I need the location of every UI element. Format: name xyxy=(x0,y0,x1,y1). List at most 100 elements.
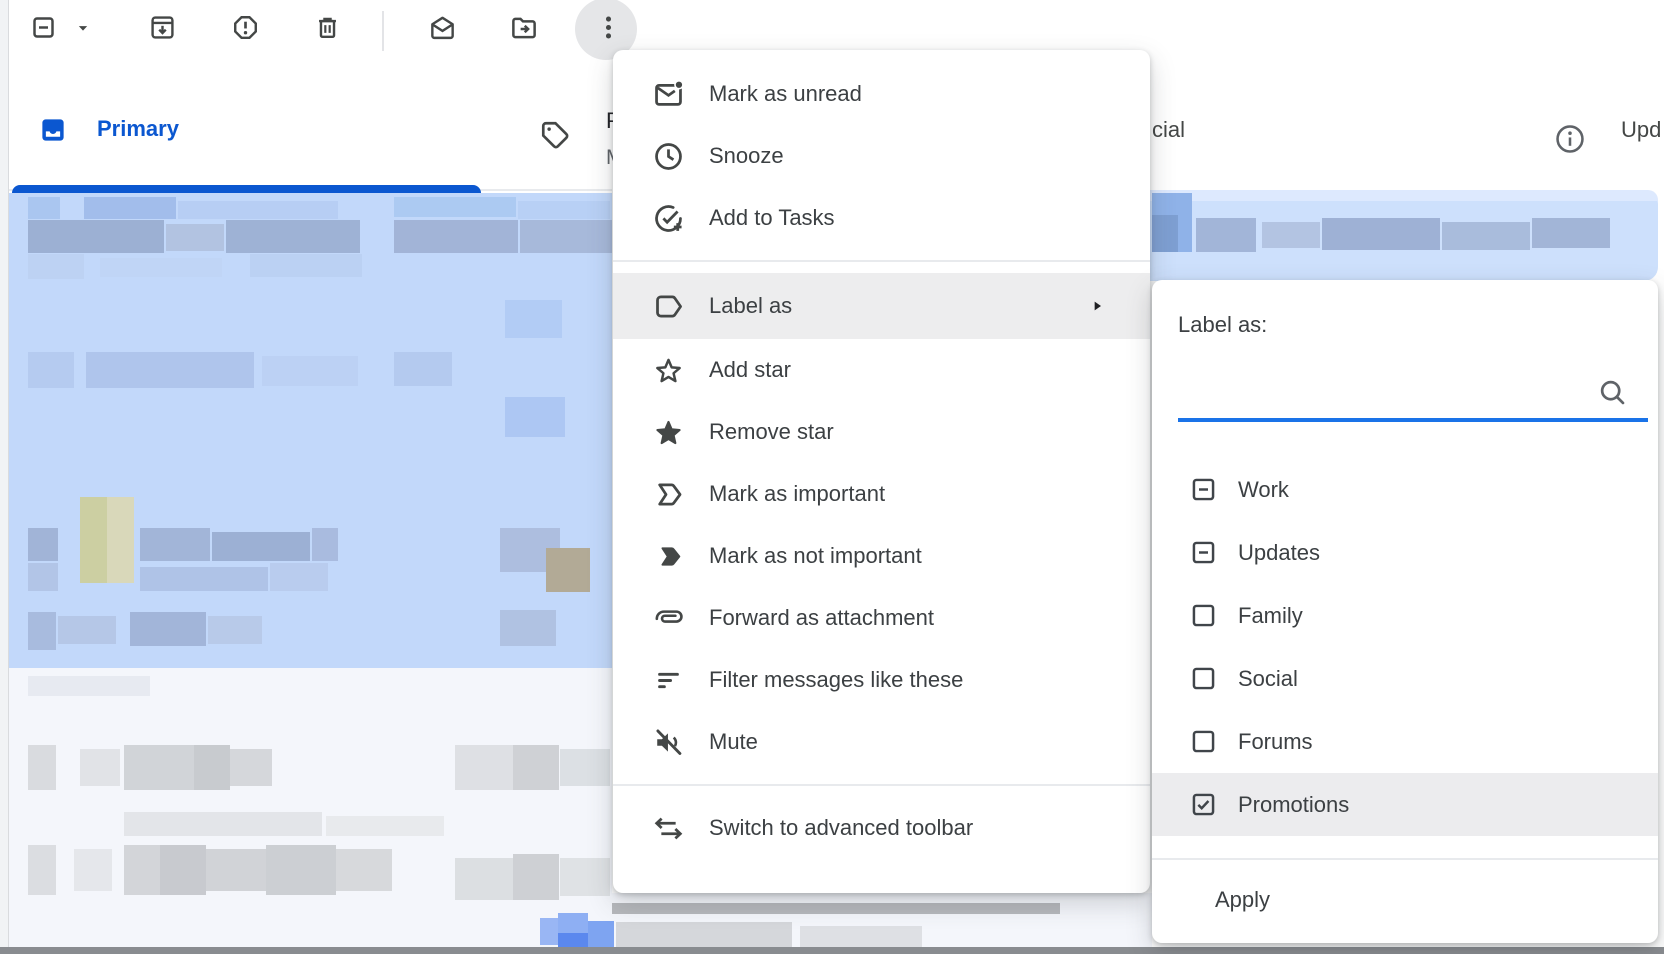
redacted-content-block xyxy=(208,616,262,644)
select-dropdown-button[interactable] xyxy=(72,14,94,46)
delete-button[interactable] xyxy=(311,14,343,46)
mark-email-unread-icon xyxy=(651,77,685,111)
move-to-folder-icon xyxy=(509,13,539,48)
menu-item-label: Filter messages like these xyxy=(709,667,963,693)
menu-item-mark-as-not-important[interactable]: Mark as not important xyxy=(613,525,1150,587)
menu-item-add-star[interactable]: Add star xyxy=(613,339,1150,401)
redacted-content-block xyxy=(124,812,322,836)
redacted-content-block xyxy=(262,356,358,386)
apply-button[interactable]: Apply xyxy=(1152,862,1658,938)
redacted-content-block xyxy=(28,612,56,650)
label-option-family[interactable]: Family xyxy=(1152,584,1658,647)
menu-item-switch-to-advanced-toolbar[interactable]: Switch to advanced toolbar xyxy=(613,797,1150,859)
menu-item-filter-messages-like-these[interactable]: Filter messages like these xyxy=(613,649,1150,711)
redacted-content-block xyxy=(80,497,107,583)
menu-item-mute[interactable]: Mute xyxy=(613,711,1150,773)
redacted-content-block xyxy=(140,528,210,561)
menu-item-snooze[interactable]: Snooze xyxy=(613,125,1150,187)
info-button[interactable] xyxy=(1553,122,1587,156)
menu-item-label: Switch to advanced toolbar xyxy=(709,815,973,841)
selected-email-row-strip xyxy=(1150,190,1658,201)
label-option-text: Updates xyxy=(1238,540,1320,566)
checkbox-indeterminate-icon[interactable] xyxy=(1190,539,1217,566)
report-spam-button[interactable] xyxy=(229,14,261,46)
toolbar-divider xyxy=(382,11,384,51)
checkbox-unchecked-icon[interactable] xyxy=(1190,665,1217,692)
apply-label: Apply xyxy=(1215,887,1270,913)
redacted-content-block xyxy=(326,816,444,836)
redacted-content-block xyxy=(178,201,338,219)
redacted-content-block xyxy=(107,497,134,583)
search-icon xyxy=(1597,377,1628,413)
important-outline-icon xyxy=(651,477,685,511)
checkbox-checked-icon[interactable] xyxy=(1190,791,1217,818)
menu-item-mark-as-important[interactable]: Mark as important xyxy=(613,463,1150,525)
redacted-content-block xyxy=(28,845,56,895)
redacted-content-block xyxy=(140,567,268,591)
archive-button[interactable] xyxy=(146,14,178,46)
menu-item-label-as[interactable]: Label as xyxy=(613,273,1150,339)
star-filled-icon xyxy=(651,415,685,449)
redacted-content-block xyxy=(130,612,206,646)
promotions-tag-icon[interactable] xyxy=(539,119,571,151)
menu-item-label: Mark as unread xyxy=(709,81,862,107)
redacted-content-block xyxy=(800,926,922,948)
tab-social-partial[interactable]: cial xyxy=(1152,117,1185,143)
label-as-popup: Label as: Work Updates Family SocialForums P… xyxy=(1152,280,1658,943)
label-search-input[interactable] xyxy=(1178,372,1602,414)
mark-as-read-button[interactable] xyxy=(426,14,458,46)
redacted-content-block xyxy=(394,352,452,386)
snooze-clock-icon xyxy=(651,139,685,173)
submenu-arrow-icon xyxy=(1088,297,1106,315)
menu-item-remove-star[interactable]: Remove star xyxy=(613,401,1150,463)
label-option-social[interactable]: Social xyxy=(1152,647,1658,710)
checkbox-unchecked-icon[interactable] xyxy=(1190,602,1217,629)
redacted-content-block xyxy=(394,197,516,217)
redacted-content-block xyxy=(28,197,60,219)
window-bottom-edge xyxy=(0,947,1664,954)
label-option-forums[interactable]: Forums xyxy=(1152,710,1658,773)
redacted-content-block xyxy=(74,849,112,891)
label-option-text: Family xyxy=(1238,603,1303,629)
select-all-checkbox[interactable] xyxy=(27,14,59,46)
more-options-button[interactable] xyxy=(592,14,624,46)
redacted-content-block xyxy=(558,913,588,933)
redacted-content-block xyxy=(518,201,610,219)
menu-item-label: Add star xyxy=(709,357,791,383)
label-option-promotions[interactable]: Promotions xyxy=(1152,773,1658,836)
chevron-down-icon xyxy=(73,18,93,43)
label-as-title: Label as: xyxy=(1178,312,1267,338)
redacted-content-block xyxy=(513,745,559,790)
menu-item-mark-as-unread[interactable]: Mark as unread xyxy=(613,63,1150,125)
redacted-content-block xyxy=(505,300,562,338)
checkbox-unchecked-icon[interactable] xyxy=(1190,728,1217,755)
checkbox-indeterminate-icon[interactable] xyxy=(1190,476,1217,503)
redacted-content-block xyxy=(230,749,272,786)
switch-arrows-icon xyxy=(651,811,685,845)
move-to-button[interactable] xyxy=(508,14,540,46)
redacted-content-block xyxy=(505,397,565,437)
redacted-content-block xyxy=(28,254,84,279)
redacted-content-block xyxy=(80,749,120,786)
menu-item-add-to-tasks[interactable]: Add to Tasks xyxy=(613,187,1150,249)
menu-item-label: Snooze xyxy=(709,143,784,169)
redacted-content-block xyxy=(455,858,513,900)
redacted-content-block xyxy=(250,254,362,277)
redacted-content-block xyxy=(1262,222,1320,248)
redacted-content-block xyxy=(1322,218,1440,250)
label-option-work[interactable]: Work xyxy=(1152,458,1658,521)
tab-primary[interactable]: Primary xyxy=(97,116,179,142)
label-tag-icon xyxy=(651,289,685,323)
label-option-text: Promotions xyxy=(1238,792,1349,818)
email-list-region[interactable] xyxy=(8,668,612,947)
redacted-content-block xyxy=(560,858,610,896)
important-filled-icon xyxy=(651,539,685,573)
report-spam-icon xyxy=(231,13,260,47)
label-option-updates[interactable]: Updates xyxy=(1152,521,1658,584)
redacted-content-block xyxy=(28,563,58,591)
redacted-content-block xyxy=(616,922,792,948)
label-options-list: Work Updates Family SocialForums Promotions xyxy=(1152,458,1658,836)
menu-item-forward-as-attachment[interactable]: Forward as attachment xyxy=(613,587,1150,649)
redacted-content-block xyxy=(560,749,610,786)
gmail-window: Primary P M cial Upd Mark as unreadSnooz… xyxy=(0,0,1664,954)
